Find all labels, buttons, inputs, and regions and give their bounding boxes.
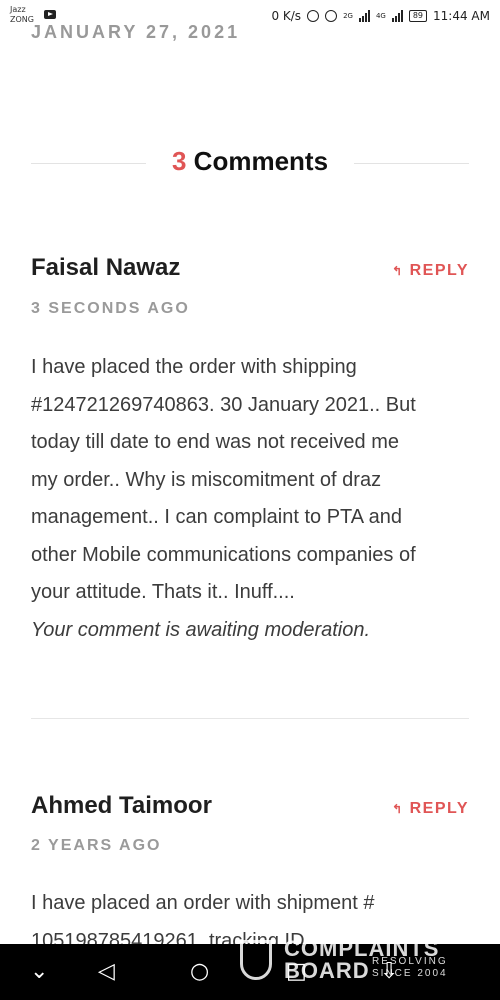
signal-icon	[358, 10, 370, 22]
comment-item: Faisal Nawaz ↰ REPLY 3 SECONDS AGO I have…	[31, 254, 471, 641]
clock: 11:44 AM	[433, 9, 490, 23]
comment-count: 3	[171, 146, 187, 176]
youtube-icon	[44, 10, 56, 19]
comments-title-label: Comments	[193, 146, 329, 176]
complaintsboard-watermark: COMPLAINTS BOARD RESOLVING SINCE 2004	[240, 936, 470, 983]
network-type-2: 4G	[375, 12, 386, 20]
comment-item: Ahmed Taimoor ↰ REPLY 2 YEARS AGO I have …	[31, 792, 471, 952]
reply-button[interactable]: ↰ REPLY	[392, 262, 469, 280]
battery-icon: 89	[408, 10, 428, 22]
headphones-icon	[307, 10, 320, 22]
reply-icon: ↰	[392, 264, 404, 278]
post-date: JANUARY 27, 2021	[31, 22, 241, 42]
alarm-icon	[325, 10, 338, 22]
moderation-notice: Your comment is awaiting moderation.	[31, 618, 371, 641]
watermark-tagline: RESOLVING SINCE 2004	[372, 956, 448, 979]
signal-icon-2	[391, 10, 403, 22]
watermark-line2: BOARD	[284, 958, 370, 983]
network-type-1: 2G	[343, 12, 353, 20]
comment-text: I have placed the order with shipping #1…	[31, 349, 476, 649]
comment-time: 3 SECONDS AGO	[31, 300, 190, 317]
network-speed: 0 K/s	[271, 9, 302, 23]
back-icon[interactable]: ◁	[98, 958, 115, 986]
comment-divider	[31, 718, 469, 719]
comment-time: 2 YEARS AGO	[31, 837, 162, 854]
reply-button[interactable]: ↰ REPLY	[392, 800, 469, 818]
home-icon[interactable]: ○	[190, 958, 209, 986]
shield-logo-icon	[240, 940, 272, 980]
comments-heading: 3 Comments	[0, 146, 500, 180]
reply-icon: ↰	[392, 802, 404, 816]
chevron-down-icon[interactable]: ⌄	[30, 958, 48, 986]
